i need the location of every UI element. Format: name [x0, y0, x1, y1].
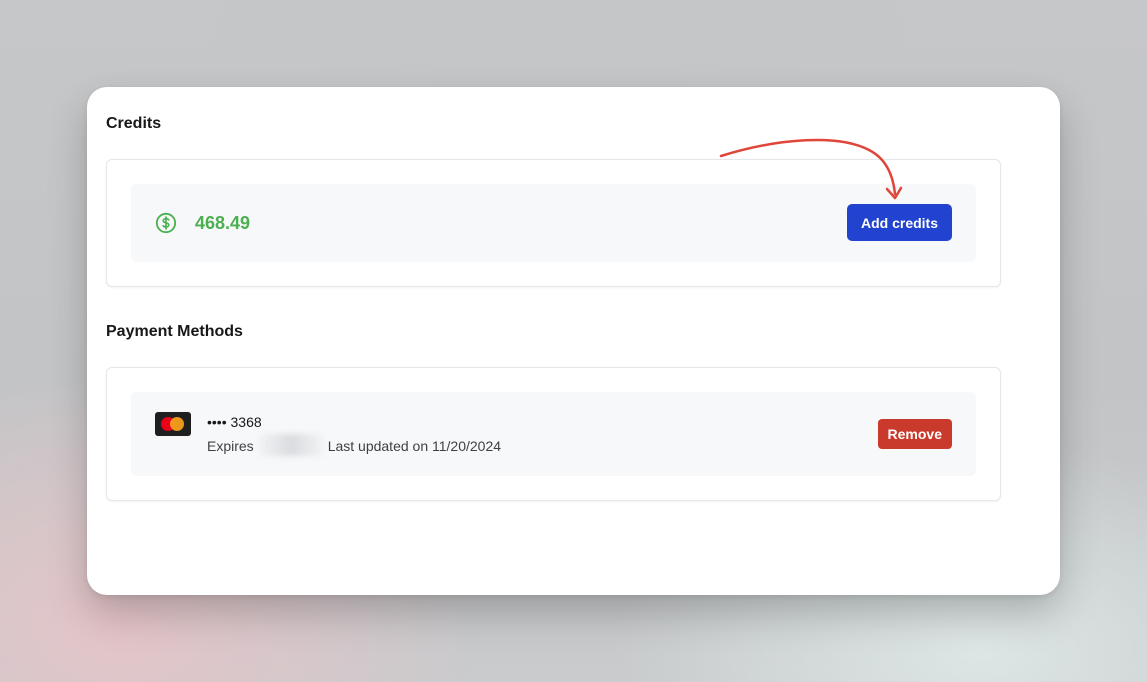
- add-credits-button[interactable]: Add credits: [846, 204, 952, 241]
- card-meta: Expires Last updated on 11/20/2024: [207, 434, 502, 457]
- credits-balance: 468.49: [195, 213, 251, 233]
- remove-card-button[interactable]: Remove: [877, 419, 952, 449]
- credits-section-title: Credits: [106, 115, 162, 132]
- billing-window: Credits 468.49 Add credits Payment Metho…: [87, 87, 1060, 595]
- dollar-circle-icon: [155, 212, 177, 234]
- card-masked-number: •••• 3368: [207, 414, 262, 430]
- payment-methods-card: •••• 3368 Expires Last updated on 11/20/2…: [106, 367, 1001, 501]
- card-expires-label: Expires: [207, 438, 254, 454]
- credits-card: 468.49 Add credits: [106, 159, 1001, 287]
- card-last-updated: Last updated on 11/20/2024: [327, 438, 502, 454]
- redacted-expiry: [258, 434, 323, 457]
- credits-balance-panel: 468.49 Add credits: [131, 184, 976, 262]
- payment-methods-section-title: Payment Methods: [106, 323, 243, 340]
- payment-method-row: •••• 3368 Expires Last updated on 11/20/2…: [131, 392, 976, 476]
- mastercard-icon: [155, 412, 191, 436]
